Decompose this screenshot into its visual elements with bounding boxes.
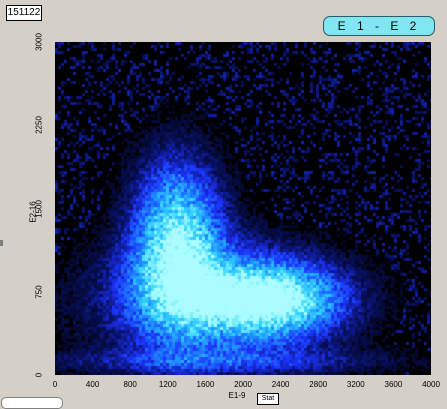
y-tick-label: 3000	[34, 33, 44, 51]
histogram-title-button[interactable]: E 1 - E 2	[323, 16, 435, 36]
x-tick-label: 2400	[271, 380, 290, 389]
histogram-panel: 151122 E 1 - E 2 0 400 800 1200 1600 2000 2400…	[0, 0, 447, 409]
x-tick-label: 800	[123, 380, 137, 389]
x-tick-label: 2000	[234, 380, 252, 389]
x-tick-label: 4000	[422, 380, 440, 389]
bottom-tab[interactable]	[1, 397, 63, 409]
heatmap-canvas	[55, 42, 431, 375]
stat-button[interactable]: Stat	[257, 393, 279, 405]
x-tick-label: 0	[52, 380, 58, 389]
x-tick-label: 1600	[196, 380, 215, 389]
resize-handle[interactable]	[0, 240, 3, 246]
x-tick-label: 3200	[346, 380, 365, 389]
x-axis-label: E1-9	[228, 391, 246, 400]
x-tick-label: 400	[85, 380, 100, 389]
y-tick-label: 750	[34, 285, 44, 299]
y-tick-label: 0	[34, 372, 44, 378]
x-tick-label: 1200	[158, 380, 177, 389]
event-counter: 151122	[6, 5, 42, 21]
x-tick-label: 3600	[384, 380, 403, 389]
y-tick-label: 2250	[34, 116, 44, 135]
y-axis-label: E2-16	[28, 201, 38, 223]
plot-area[interactable]	[55, 42, 431, 375]
x-tick-label: 2800	[309, 380, 328, 389]
